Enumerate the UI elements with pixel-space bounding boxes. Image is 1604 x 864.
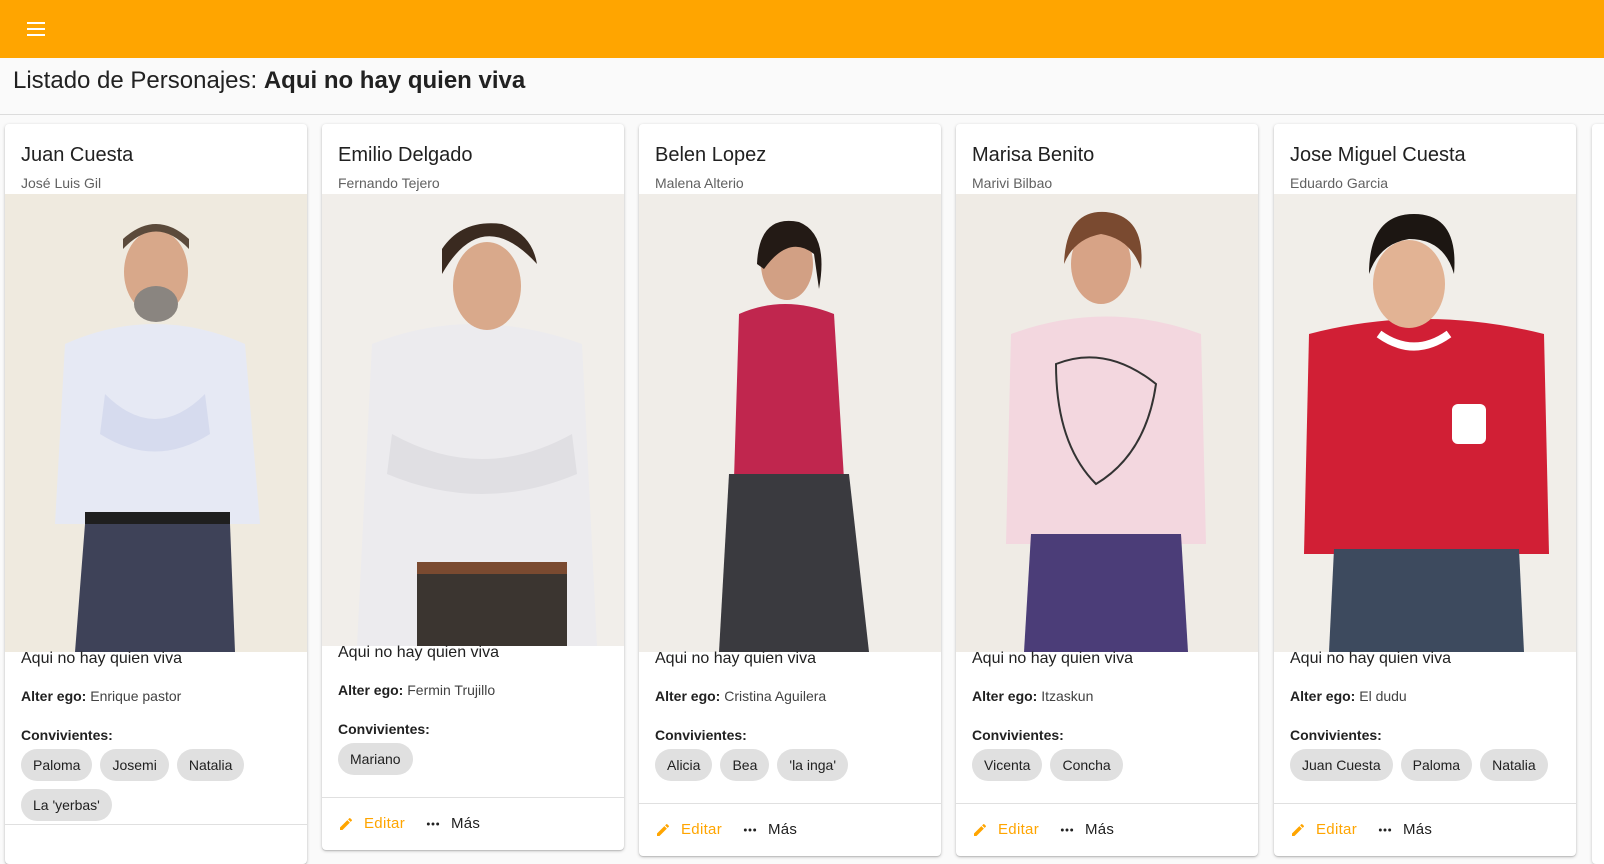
card-series: Aqui no hay quien viva: [1290, 650, 1451, 667]
card-subtitle-actor: Malena Alterio: [655, 175, 744, 191]
edit-button[interactable]: Editar: [972, 812, 1045, 848]
edit-button[interactable]: Editar: [338, 806, 411, 842]
alter-ego-label: Alter ego:: [972, 688, 1038, 704]
more-button[interactable]: Más: [742, 812, 803, 848]
character-photo: [322, 194, 624, 646]
edit-label: Editar: [681, 821, 722, 838]
card-actions: Editar Más: [322, 797, 624, 849]
convivientes-chips: Mariano: [338, 743, 618, 775]
alter-ego: Alter ego: Itzaskun: [972, 688, 1093, 704]
chip[interactable]: Vicenta: [972, 749, 1043, 781]
edit-label: Editar: [998, 821, 1039, 838]
chip[interactable]: 'la inga': [777, 749, 848, 781]
alter-ego: Alter ego: Enrique pastor: [21, 688, 181, 704]
chip[interactable]: Mariano: [338, 743, 413, 775]
alter-ego-label: Alter ego:: [655, 688, 721, 704]
page-title-prefix: Listado de Personajes:: [13, 67, 264, 94]
more-horiz-icon: [743, 828, 757, 831]
alter-ego: Alter ego: Cristina Aguilera: [655, 688, 826, 704]
character-card-partial: [1592, 124, 1604, 864]
more-label: Más: [1085, 821, 1115, 838]
chip[interactable]: La 'yerbas': [21, 789, 112, 821]
card-actions: Editar Más: [1274, 803, 1576, 855]
card-subtitle-actor: Marivi Bilbao: [972, 175, 1053, 191]
divider: [0, 114, 1604, 115]
alter-ego: Alter ego: Fermin Trujillo: [338, 682, 495, 698]
card-actions: [5, 824, 307, 864]
more-label: Más: [768, 821, 798, 838]
pencil-icon: [1292, 823, 1305, 836]
convivientes-label: Convivientes:: [972, 727, 1064, 743]
card-series: Aqui no hay quien viva: [21, 650, 182, 667]
page-title-series: Aqui no hay quien viva: [263, 67, 526, 94]
more-horiz-icon: [1378, 828, 1392, 831]
chip[interactable]: Juan Cuesta: [1290, 749, 1393, 781]
page-title: Listado de Personajes: Aqui no hay quien…: [13, 67, 525, 101]
more-horiz-icon: [1060, 828, 1074, 831]
more-button[interactable]: Más: [1377, 812, 1438, 848]
alter-ego-label: Alter ego:: [338, 682, 404, 698]
card-subtitle-actor: Fernando Tejero: [338, 175, 440, 191]
alter-ego-value: Cristina Aguilera: [724, 688, 827, 704]
character-photo: [1274, 194, 1576, 652]
character-photo: [5, 194, 307, 652]
edit-button[interactable]: Editar: [655, 812, 728, 848]
card-actions: Editar Más: [639, 803, 941, 855]
chip[interactable]: Alicia: [655, 749, 713, 781]
convivientes-chips: Alicia Bea 'la inga': [655, 749, 935, 781]
more-button[interactable]: Más: [425, 806, 486, 842]
card-series: Aqui no hay quien viva: [972, 650, 1133, 667]
chip[interactable]: Bea: [720, 749, 770, 781]
pencil-icon: [974, 823, 987, 836]
convivientes-label: Convivientes:: [21, 727, 113, 743]
card-series: Aqui no hay quien viva: [655, 650, 816, 667]
chip[interactable]: Concha: [1050, 749, 1123, 781]
convivientes-label: Convivientes:: [655, 727, 747, 743]
alter-ego-label: Alter ego:: [21, 688, 87, 704]
pencil-icon: [657, 823, 670, 836]
more-horiz-icon: [426, 822, 440, 825]
chip[interactable]: Paloma: [1400, 749, 1473, 781]
alter-ego-label: Alter ego:: [1290, 688, 1356, 704]
card-title: Jose Miguel Cuesta: [1290, 144, 1466, 166]
character-card: Marisa Benito Marivi Bilbao Aqui no hay …: [956, 124, 1258, 856]
edit-label: Editar: [1316, 821, 1357, 838]
character-card: Belen Lopez Malena Alterio Aqui no hay q…: [639, 124, 941, 856]
card-title: Emilio Delgado: [338, 144, 473, 166]
top-toolbar: [0, 0, 1604, 58]
menu-icon[interactable]: [22, 15, 50, 43]
chip[interactable]: Natalia: [1480, 749, 1548, 781]
character-card: Juan Cuesta José Luis Gil Aqui no hay qu…: [5, 124, 307, 864]
convivientes-chips: Paloma Josemi Natalia La 'yerbas': [21, 749, 301, 821]
character-photo: [956, 194, 1258, 652]
character-card: Jose Miguel Cuesta Eduardo Garcia Aqui n…: [1274, 124, 1576, 856]
convivientes-label: Convivientes:: [338, 721, 430, 737]
alter-ego: Alter ego: El dudu: [1290, 688, 1407, 704]
card-actions: Editar Más: [956, 803, 1258, 855]
more-label: Más: [451, 815, 481, 832]
convivientes-chips: Juan Cuesta Paloma Natalia: [1290, 749, 1570, 781]
card-subtitle-actor: José Luis Gil: [21, 175, 102, 191]
more-button[interactable]: Más: [1059, 812, 1120, 848]
card-title: Juan Cuesta: [21, 144, 134, 166]
chip[interactable]: Josemi: [100, 749, 169, 781]
alter-ego-value: Fermin Trujillo: [407, 682, 496, 698]
convivientes-chips: Vicenta Concha: [972, 749, 1252, 781]
more-label: Más: [1403, 821, 1433, 838]
chip[interactable]: Paloma: [21, 749, 93, 781]
pencil-icon: [340, 817, 353, 830]
alter-ego-value: Itzaskun: [1041, 688, 1094, 704]
alter-ego-value: Enrique pastor: [90, 688, 182, 704]
card-series: Aqui no hay quien viva: [338, 644, 499, 661]
card-title: Marisa Benito: [972, 144, 1095, 166]
edit-label: Editar: [364, 815, 405, 832]
edit-button[interactable]: Editar: [1290, 812, 1363, 848]
alter-ego-value: El dudu: [1359, 688, 1407, 704]
convivientes-label: Convivientes:: [1290, 727, 1382, 743]
chip[interactable]: Natalia: [176, 749, 245, 781]
character-card: Emilio Delgado Fernando Tejero Aqui no h…: [322, 124, 624, 850]
character-photo: [639, 194, 941, 652]
card-title: Belen Lopez: [655, 144, 767, 166]
card-subtitle-actor: Eduardo Garcia: [1290, 175, 1389, 191]
